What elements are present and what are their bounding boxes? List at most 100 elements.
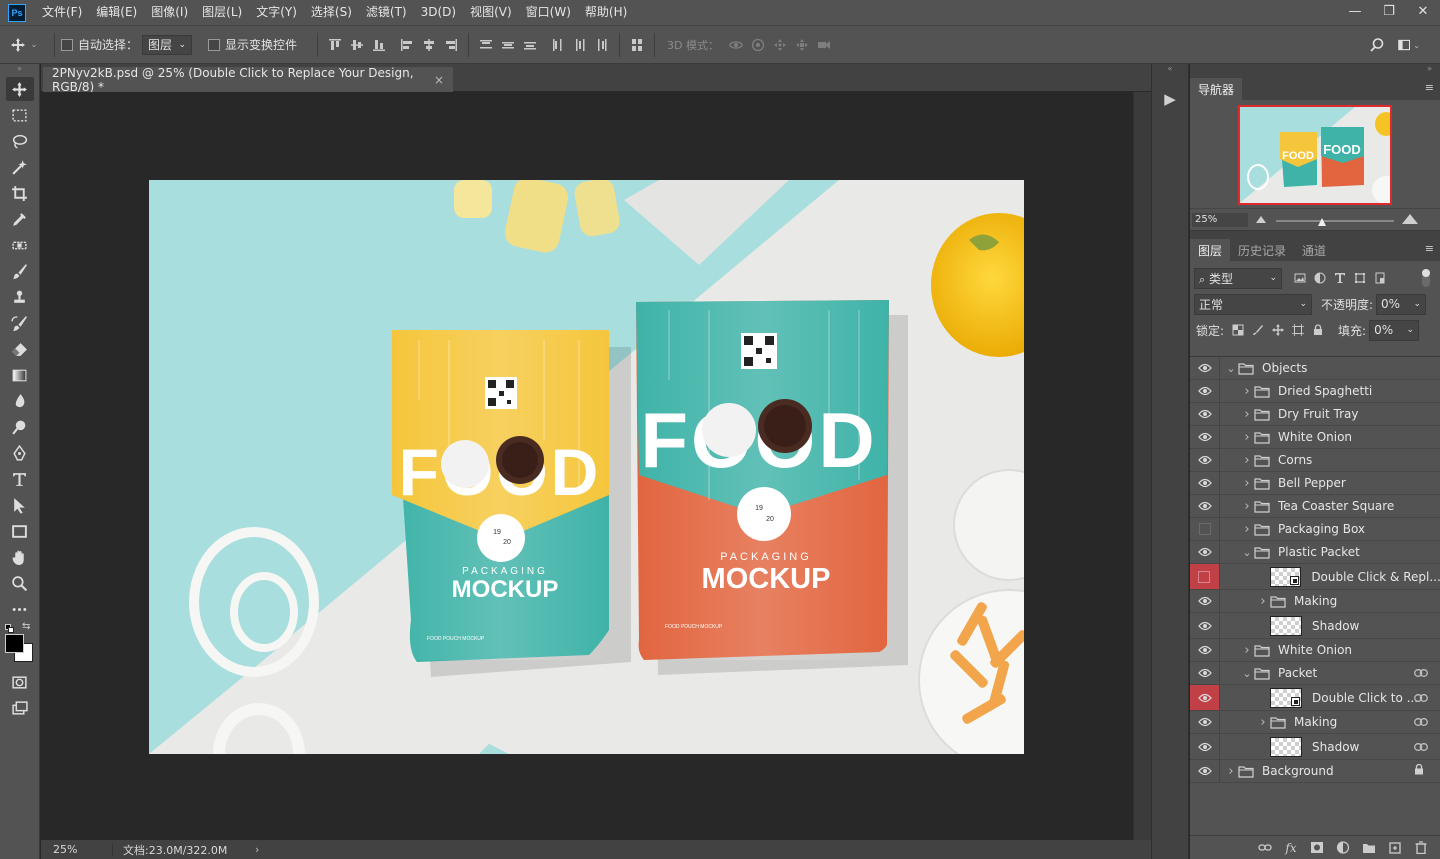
eye-icon[interactable] <box>1190 403 1220 425</box>
menu-item[interactable]: 视图(V) <box>463 0 519 25</box>
filter-type-icon[interactable] <box>1330 268 1350 288</box>
navigator-preview[interactable]: FOOD FOOD <box>1238 105 1392 205</box>
layer-row[interactable]: ⌄ Objects <box>1190 357 1440 380</box>
filter-smart-object-icon[interactable] <box>1370 268 1390 288</box>
panel-collapse-handle[interactable]: » <box>1190 64 1440 76</box>
chevron-right-icon[interactable]: › <box>1240 430 1254 445</box>
tab-channels[interactable]: 通道 <box>1294 239 1334 261</box>
eye-icon[interactable] <box>1190 613 1220 638</box>
visibility-toggle[interactable] <box>1190 518 1220 540</box>
chevron-right-icon[interactable]: › <box>1240 499 1254 514</box>
document-tab[interactable]: 2PNyv2kB.psd @ 25% (Double Click to Repl… <box>43 66 453 94</box>
lock-transparent-icon[interactable] <box>1228 320 1248 340</box>
menu-item[interactable]: 编辑(E) <box>89 0 144 25</box>
chevron-right-icon[interactable]: › <box>1240 522 1254 537</box>
close-window-button[interactable]: ✕ <box>1406 0 1440 22</box>
layer-row[interactable]: Shadow <box>1190 734 1440 760</box>
toolbar-collapse-handle[interactable]: » <box>0 64 39 76</box>
navigator-zoom-input[interactable]: 25% <box>1192 212 1248 227</box>
chevron-right-icon[interactable]: › <box>1224 764 1238 779</box>
panel-menu-icon[interactable]: ≡ <box>1425 81 1434 94</box>
chevron-right-icon[interactable]: › <box>1240 384 1254 399</box>
eye-icon[interactable] <box>1190 495 1220 517</box>
quick-mask-tool[interactable] <box>6 670 34 694</box>
eyedropper-tool[interactable] <box>6 207 34 231</box>
distribute-top-icon[interactable] <box>475 34 497 56</box>
auto-select-checkbox[interactable] <box>61 38 73 51</box>
workspace-icon[interactable]: ⌄ <box>1398 34 1420 56</box>
eye-icon[interactable] <box>1190 357 1220 379</box>
align-top-icon[interactable] <box>324 34 346 56</box>
layer-row[interactable]: › Bell Pepper <box>1190 472 1440 495</box>
chevron-right-icon[interactable]: › <box>1256 594 1270 609</box>
default-colors-icon[interactable] <box>5 624 14 633</box>
navigator-zoom-slider[interactable] <box>1276 220 1394 222</box>
eye-icon[interactable] <box>1190 711 1220 733</box>
lock-artboard-icon[interactable] <box>1288 320 1308 340</box>
swap-colors-icon[interactable]: ⇆ <box>22 621 30 632</box>
distribute-vcenter-icon[interactable] <box>497 34 519 56</box>
layer-row[interactable]: › Dried Spaghetti <box>1190 380 1440 403</box>
chevron-right-icon[interactable]: › <box>1240 643 1254 658</box>
tab-history[interactable]: 历史记录 <box>1230 239 1294 261</box>
new-group-icon[interactable] <box>1356 838 1382 858</box>
layer-row[interactable]: › Packaging Box <box>1190 518 1440 541</box>
rectangle-tool[interactable] <box>6 519 34 543</box>
pen-tool[interactable] <box>6 441 34 465</box>
zoom-in-icon[interactable] <box>1402 214 1418 224</box>
type-tool[interactable] <box>6 467 34 491</box>
eye-icon[interactable] <box>1190 380 1220 402</box>
adjustment-layer-icon[interactable] <box>1330 838 1356 858</box>
layer-row[interactable]: › White Onion <box>1190 639 1440 662</box>
chevron-down-icon[interactable]: ⌄ <box>1240 546 1254 559</box>
layer-row[interactable]: › Making <box>1190 711 1440 734</box>
3d-pan-icon[interactable] <box>769 34 791 56</box>
search-icon[interactable] <box>1366 34 1388 56</box>
eraser-tool[interactable] <box>6 337 34 361</box>
eye-icon[interactable] <box>1190 685 1220 710</box>
clone-stamp-tool[interactable] <box>6 285 34 309</box>
visibility-toggle[interactable] <box>1190 564 1220 589</box>
chevron-down-icon[interactable]: ⌄ <box>1240 667 1254 680</box>
lock-position-icon[interactable] <box>1268 320 1288 340</box>
eye-icon[interactable] <box>1190 662 1220 684</box>
menu-item[interactable]: 选择(S) <box>304 0 359 25</box>
chevron-down-icon[interactable]: ⌄ <box>1224 362 1238 375</box>
dodge-tool[interactable] <box>6 415 34 439</box>
eye-icon[interactable] <box>1190 734 1220 759</box>
history-brush-tool[interactable] <box>6 311 34 335</box>
menu-item[interactable]: 文件(F) <box>35 0 89 25</box>
brush-tool[interactable] <box>6 259 34 283</box>
restore-button[interactable]: ❐ <box>1372 0 1406 22</box>
opacity-input[interactable]: 0% ⌄ <box>1376 293 1427 315</box>
layer-row[interactable]: ⌄ Plastic Packet <box>1190 541 1440 564</box>
menu-item[interactable]: 图层(L) <box>195 0 249 25</box>
filter-pixel-icon[interactable] <box>1290 268 1310 288</box>
quick-selection-tool[interactable] <box>6 155 34 179</box>
healing-brush-tool[interactable] <box>6 233 34 257</box>
blend-mode-dropdown[interactable]: 正常 ⌄ <box>1194 293 1312 315</box>
status-menu-arrow[interactable]: › <box>255 843 259 856</box>
layer-row[interactable]: › Dry Fruit Tray <box>1190 403 1440 426</box>
auto-select-dropdown[interactable]: 图层 ⌄ <box>142 34 193 55</box>
move-tool[interactable] <box>5 77 34 101</box>
layer-row[interactable]: › Corns <box>1190 449 1440 472</box>
foreground-color-swatch[interactable] <box>5 634 24 653</box>
add-mask-icon[interactable] <box>1304 838 1330 858</box>
marquee-tool[interactable] <box>6 103 34 127</box>
edit-toolbar-tool[interactable] <box>6 597 34 621</box>
align-right-icon[interactable] <box>440 34 462 56</box>
canvas-workspace[interactable]: FOOD 19 20 PACKAGING MOCKUP FOOD POUCH M… <box>41 92 1133 840</box>
menu-item[interactable]: 图像(I) <box>144 0 195 25</box>
path-selection-tool[interactable] <box>6 493 34 517</box>
zoom-tool[interactable] <box>6 571 34 595</box>
3d-slide-icon[interactable] <box>791 34 813 56</box>
show-transform-checkbox[interactable] <box>208 38 221 51</box>
eye-icon[interactable] <box>1190 449 1220 471</box>
layer-row[interactable]: › Making <box>1190 590 1440 613</box>
trash-icon[interactable] <box>1408 838 1434 858</box>
vertical-scrollbar[interactable] <box>1133 92 1151 840</box>
3d-camera-icon[interactable] <box>813 34 835 56</box>
chevron-right-icon[interactable]: › <box>1240 453 1254 468</box>
chevron-right-icon[interactable]: › <box>1240 476 1254 491</box>
